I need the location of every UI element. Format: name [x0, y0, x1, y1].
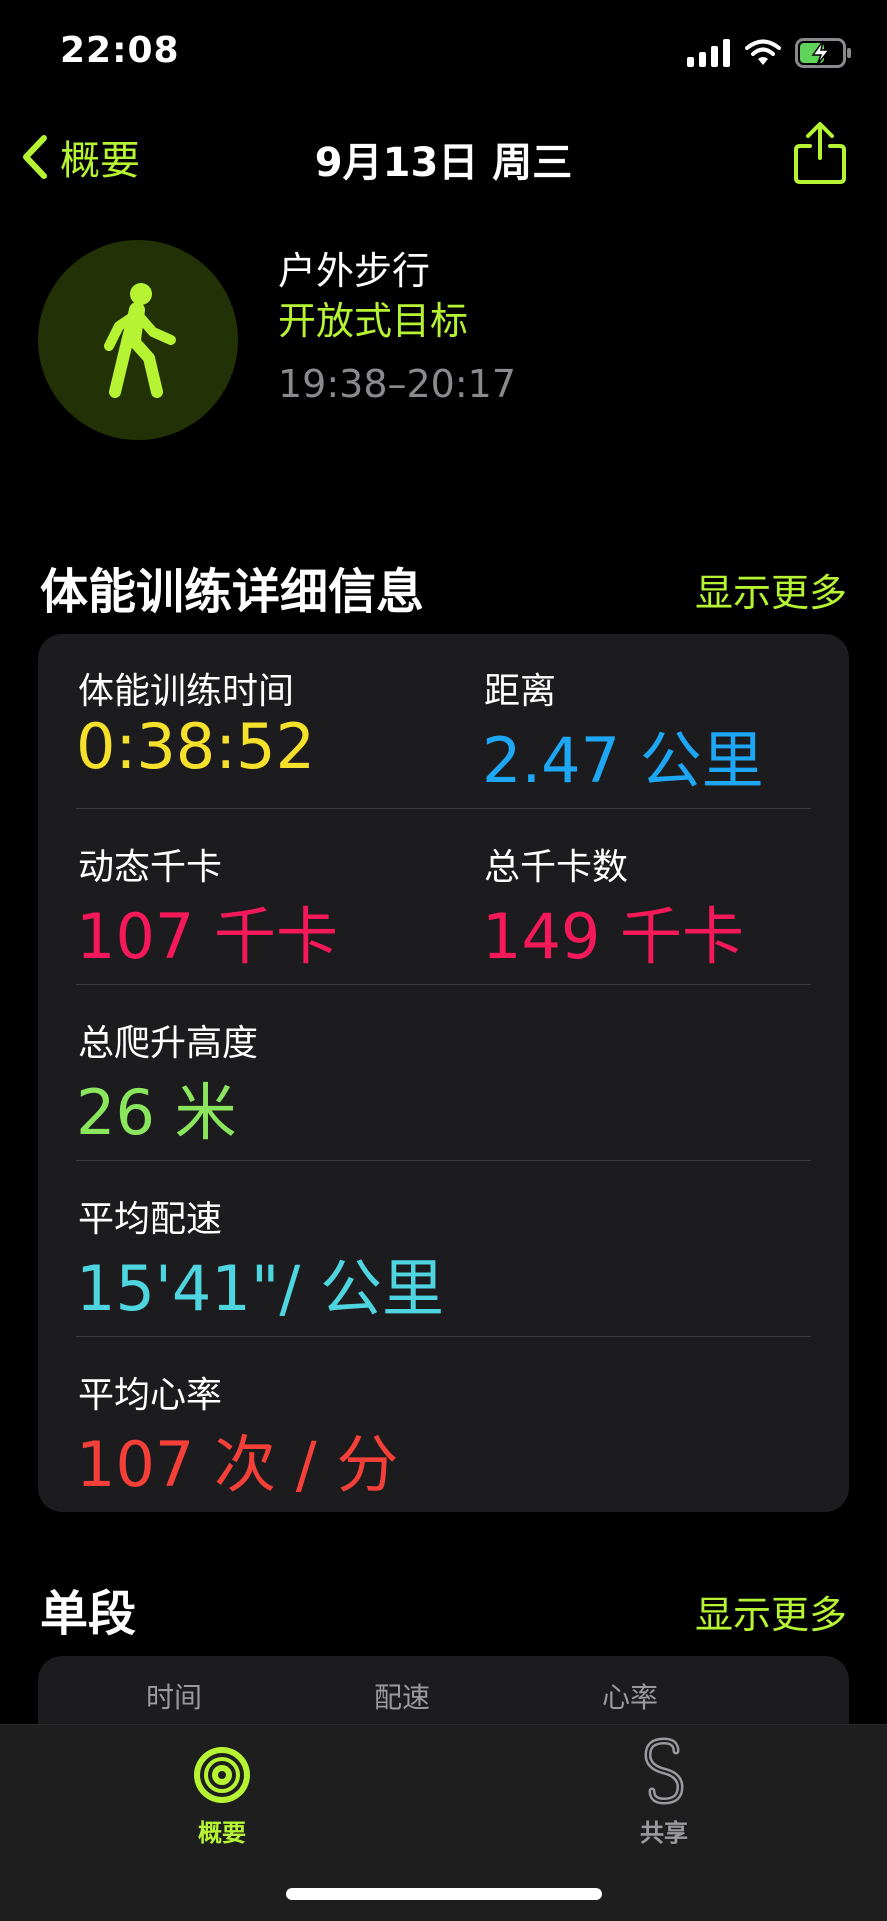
tab-sharing[interactable]: 共享 [614, 1737, 714, 1848]
stat-value-duration: 0:38:52 [76, 710, 316, 783]
wifi-icon [745, 39, 781, 65]
stat-label-elevation: 总爬升高度 [78, 1023, 259, 1064]
share-button[interactable] [792, 120, 848, 190]
stat-value-total-calories: 149 千卡 [482, 900, 745, 973]
share-icon [794, 122, 846, 184]
sharing-icon [644, 1737, 684, 1805]
stat-label-duration: 体能训练时间 [78, 671, 295, 712]
splits-column-heart-rate: 心率 [602, 1681, 659, 1714]
cellular-signal-icon [687, 39, 730, 67]
workout-time-range: 19:38–20:17 [278, 362, 517, 406]
workout-badge [38, 240, 238, 440]
workout-name: 户外步行 [278, 249, 431, 293]
status-time: 22:08 [60, 30, 180, 71]
splits-column-time: 时间 [146, 1681, 203, 1714]
splits-column-pace: 配速 [374, 1681, 431, 1714]
status-icons [687, 38, 853, 68]
walking-person-icon [104, 283, 176, 398]
activity-rings-icon [194, 1747, 250, 1803]
splits-title: 单段 [40, 1586, 137, 1642]
tab-summary[interactable]: 概要 [172, 1745, 272, 1848]
home-indicator[interactable] [286, 1888, 602, 1900]
workout-goal: 开放式目标 [278, 299, 469, 343]
tab-sharing-label: 共享 [640, 1819, 688, 1847]
stat-label-avg-pace: 平均配速 [78, 1199, 223, 1240]
divider [76, 808, 811, 809]
stat-value-active-calories: 107 千卡 [76, 900, 339, 973]
page-title: 9月13日 周三 [314, 140, 573, 186]
stat-value-avg-pace: 15'41"/ 公里 [76, 1252, 444, 1325]
divider [76, 1336, 811, 1337]
stat-value-elevation: 26 米 [76, 1076, 237, 1149]
divider [76, 984, 811, 985]
details-title: 体能训练详细信息 [40, 564, 425, 620]
stat-label-avg-heart-rate: 平均心率 [78, 1375, 223, 1416]
stat-label-active-calories: 动态千卡 [78, 847, 223, 888]
battery-charging-icon [795, 38, 851, 68]
stat-value-distance: 2.47 公里 [482, 724, 764, 797]
stat-label-total-calories: 总千卡数 [484, 847, 629, 888]
tab-summary-label: 概要 [198, 1819, 246, 1847]
details-show-more-link[interactable]: 显示更多 [695, 562, 847, 617]
stat-label-distance: 距离 [484, 671, 557, 712]
splits-show-more-link[interactable]: 显示更多 [695, 1584, 847, 1639]
stat-value-avg-heart-rate: 107 次 / 分 [76, 1428, 399, 1501]
divider [76, 1160, 811, 1161]
